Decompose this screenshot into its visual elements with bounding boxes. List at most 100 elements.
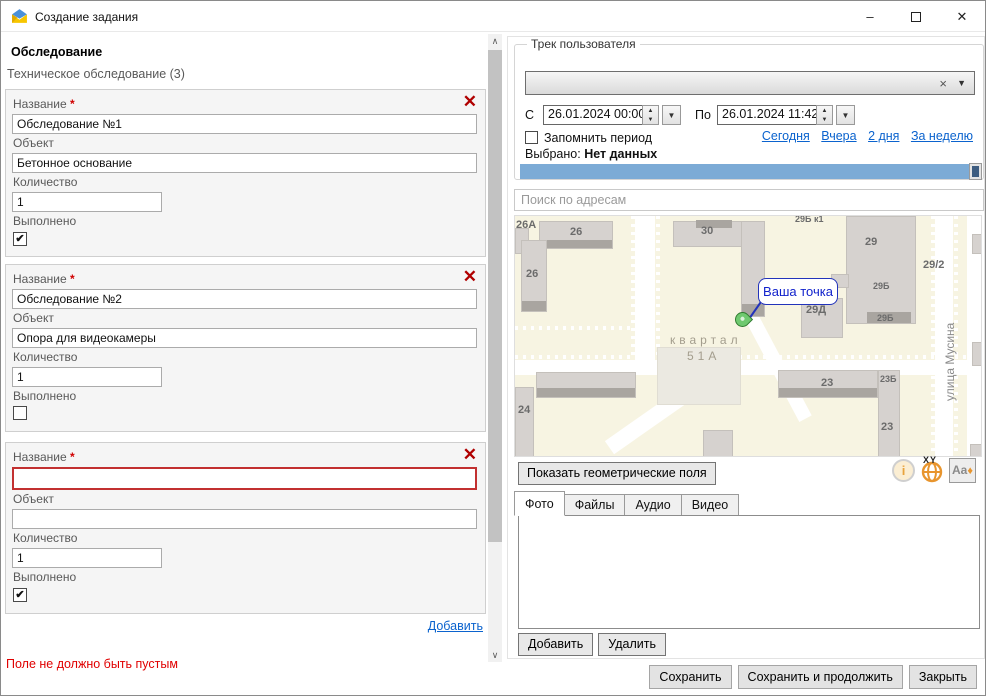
selected-row: Выбрано: Нет данных [525,147,657,161]
add-survey-link[interactable]: Добавить [428,619,483,633]
map-road [635,216,655,366]
tab-photo[interactable]: Фото [514,491,565,516]
save-continue-button[interactable]: Сохранить и продолжить [738,665,903,689]
delete-card-icon[interactable]: ✕ [463,268,477,285]
district-label: квартал [670,333,742,347]
quantity-label: Количество [13,350,476,364]
window-title: Создание задания [35,10,138,24]
quantity-input[interactable] [12,548,162,568]
from-date-dropdown[interactable]: ▼ [662,105,681,125]
left-panel-scrollbar[interactable]: ∧ ∨ [488,34,502,662]
map-building [846,216,916,324]
photo-list-area[interactable] [518,515,980,629]
tab-audio[interactable]: Аудио [625,494,681,516]
attachment-tabs: Фото Файлы Аудио Видео [514,491,739,516]
xy-label: XY [923,455,937,465]
object-input[interactable] [12,509,477,529]
close-dialog-button[interactable]: Закрыть [909,665,977,689]
scroll-down-icon[interactable]: ∨ [488,648,502,662]
quick-period-links: Сегодня Вчера 2 дня За неделю [754,129,973,143]
minimize-icon: – [866,9,873,24]
map-canvas[interactable]: 26А 26 26 30 29Б к1 29 29/2 29Б 29Д 29Б … [514,215,982,457]
name-input-invalid[interactable] [12,467,477,490]
name-label: Название * [13,272,476,286]
map-label: 29Б [873,281,889,291]
attachment-buttons: Добавить Удалить [518,633,666,656]
map-building [536,372,636,398]
date-range-row: С 26.01.2024 00:00 ▲▼ ▼ По 26.01.2024 11… [525,105,977,125]
spin-down-icon: ▼ [648,117,654,123]
add-attachment-button[interactable]: Добавить [518,633,593,656]
name-input[interactable] [12,114,477,134]
quantity-label: Количество [13,175,476,189]
remember-label: Запомнить период [544,131,652,145]
app-icon [11,8,28,25]
close-button[interactable]: ✕ [939,1,985,32]
survey-card: ✕ Название * Объект Количество Выполнено… [5,89,486,257]
selected-value: Нет данных [584,147,657,161]
quantity-input[interactable] [12,367,162,387]
object-input[interactable] [12,153,477,173]
to-date-dropdown[interactable]: ▼ [836,105,855,125]
remove-attachment-button[interactable]: Удалить [598,633,666,656]
labels-toggle-icon[interactable]: Aa♦ [949,458,976,483]
aa-label: Aa [952,463,967,477]
titlebar: Создание задания – ✕ [1,1,985,32]
spin-down-icon: ▼ [822,117,828,123]
show-geometry-button[interactable]: Показать геометрические поля [518,462,716,485]
create-task-dialog: Создание задания – ✕ Обследование Технич… [0,0,986,696]
link-week[interactable]: За неделю [911,129,973,143]
maximize-button[interactable] [893,1,939,32]
map-label: 23 [881,421,893,433]
selected-label: Выбрано: [525,147,581,161]
to-date-input[interactable]: 26.01.2024 11:42 [717,105,817,125]
link-2days[interactable]: 2 дня [868,129,899,143]
link-yesterday[interactable]: Вчера [821,129,856,143]
track-time-slider[interactable] [520,164,982,179]
map-label: 30 [701,225,713,237]
scrollbar-thumb[interactable] [488,50,502,542]
from-date-spinner[interactable]: ▲▼ [642,105,659,125]
name-input[interactable] [12,289,477,309]
name-label: Название * [13,97,476,111]
map-label: 26 [570,226,582,238]
delete-card-icon[interactable]: ✕ [463,93,477,110]
to-date-spinner[interactable]: ▲▼ [816,105,833,125]
object-input[interactable] [12,328,477,348]
user-track-group: Трек пользователя × ▼ С 26.01.2024 00:00… [514,44,984,180]
slider-handle[interactable] [969,163,982,180]
quantity-input[interactable] [12,192,162,212]
map-toolbar: i XY Aa♦ [892,458,976,483]
remember-checkbox[interactable] [525,131,538,144]
object-label: Объект [13,136,476,150]
user-select-combo[interactable]: × ▼ [525,71,975,95]
done-checkbox[interactable] [13,406,27,420]
delete-card-icon[interactable]: ✕ [463,446,477,463]
done-label: Выполнено [13,389,476,403]
track-and-map-panel: Трек пользователя × ▼ С 26.01.2024 00:00… [507,36,985,659]
scroll-up-icon[interactable]: ∧ [488,34,502,48]
quantity-label: Количество [13,531,476,545]
minimize-button[interactable]: – [847,1,893,32]
map-road-trees [931,216,935,457]
map-road-trees [515,326,633,330]
map-building [970,444,982,457]
map-road-trees [656,216,660,366]
save-button[interactable]: Сохранить [649,665,731,689]
info-icon[interactable]: i [892,459,915,482]
address-search-input[interactable] [514,189,984,211]
tab-files[interactable]: Файлы [565,494,626,516]
clear-icon[interactable]: × [939,76,947,91]
from-date-input[interactable]: 26.01.2024 00:00 [543,105,643,125]
chevron-down-icon[interactable]: ▼ [957,78,966,88]
map-building [972,234,982,254]
chevron-down-icon: ▼ [842,111,850,120]
map-label: 24 [518,404,530,416]
done-checkbox[interactable]: ✔ [13,588,27,602]
link-today[interactable]: Сегодня [762,129,810,143]
map-label: 23Б [880,374,896,384]
validation-error: Поле не должно быть пустым [6,657,178,671]
tab-video[interactable]: Видео [682,494,740,516]
done-checkbox[interactable]: ✔ [13,232,27,246]
coordinates-globe-icon[interactable]: XY [920,459,944,483]
